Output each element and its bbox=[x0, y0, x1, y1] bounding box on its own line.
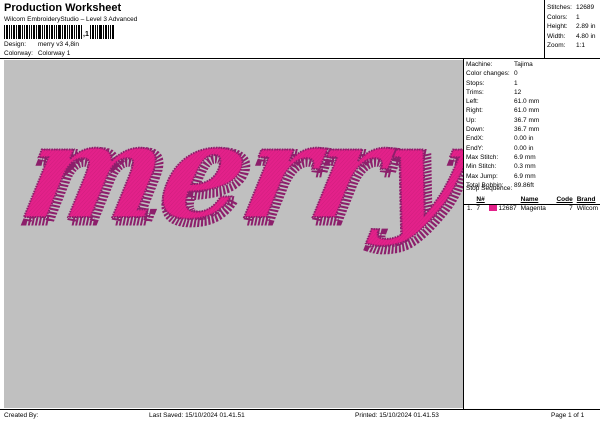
header-rule bbox=[0, 58, 600, 59]
info-row: Machine: Tajima bbox=[466, 61, 533, 68]
info-row: Trims: 12 bbox=[466, 88, 522, 96]
header-divider bbox=[544, 0, 545, 58]
embroidery-artwork: merry merry bbox=[9, 95, 491, 257]
info-row: EndY: 0.00 in bbox=[466, 144, 534, 152]
design-name: merry v3 4,8in bbox=[37, 41, 79, 48]
svg-text:merry: merry bbox=[10, 96, 463, 248]
info-row: Max Jump: 6.9 mm bbox=[466, 172, 536, 180]
table-row: 1. 7 12687 Magenta 7 Wilcom bbox=[467, 205, 598, 212]
last-saved: Last Saved: 15/10/2024 01.41.51 bbox=[149, 412, 245, 419]
colorway-label: Colorway: bbox=[4, 50, 33, 57]
design-summary: Stitches: 12689 Colors: 1 Height: 2.89 in W… bbox=[547, 3, 596, 51]
sequence-rule bbox=[464, 204, 600, 205]
footer-rule bbox=[0, 409, 600, 410]
merry-lettering: merry merry bbox=[9, 95, 491, 257]
summary-row: Colors: 1 bbox=[547, 13, 580, 21]
summary-row: Stitches: 12689 bbox=[547, 4, 595, 11]
colorway-name: Colorway 1 bbox=[37, 50, 71, 57]
barcode bbox=[4, 25, 114, 39]
stop-sequence-title: Stop Sequence: bbox=[466, 185, 513, 192]
info-row: Max Stitch: 6.9 mm bbox=[466, 153, 536, 161]
table-header-row: N# Name Code Brand bbox=[476, 196, 596, 203]
printed-date: Printed: 15/10/2024 01.41.53 bbox=[355, 412, 439, 419]
worksheet-title: Production Worksheet bbox=[4, 2, 122, 14]
summary-row: Width: 4.80 in bbox=[547, 32, 596, 40]
machine-info: Machine: Tajima Color changes: 0 Stops: 1 T… bbox=[466, 60, 600, 190]
design-label: Design: bbox=[4, 41, 27, 48]
info-row: EndX: 0.00 in bbox=[466, 135, 534, 143]
barcode-mark: ,1 bbox=[83, 31, 89, 38]
software-name: Wilcom EmbroideryStudio – Level 3 Advanc… bbox=[4, 16, 138, 23]
created-by: Created By: bbox=[4, 412, 39, 419]
panel-divider bbox=[463, 59, 464, 409]
summary-row: Zoom: 1:1 bbox=[547, 42, 586, 49]
colorway-row: Colorway: Colorway 1 bbox=[4, 50, 70, 57]
info-row: Color changes: 0 bbox=[466, 70, 518, 78]
design-row: Design: merry v3 4,8in bbox=[4, 41, 79, 48]
info-row: Stops: 1 bbox=[466, 79, 518, 87]
info-row: Left: 61.0 mm bbox=[466, 98, 540, 106]
page-number: Page 1 of 1 bbox=[551, 412, 585, 419]
thread-color-swatch bbox=[488, 205, 497, 212]
info-row: Up: 36.7 mm bbox=[466, 116, 540, 124]
production-worksheet: Production Worksheet Wilcom EmbroiderySt… bbox=[0, 0, 600, 424]
info-row: Right: 61.0 mm bbox=[466, 107, 540, 115]
design-preview: merry merry bbox=[4, 60, 491, 408]
summary-row: Height: 2.89 in bbox=[547, 23, 596, 30]
info-row: Min Stitch: 0.3 mm bbox=[466, 163, 536, 171]
info-row: Down: 36.7 mm bbox=[466, 126, 540, 134]
